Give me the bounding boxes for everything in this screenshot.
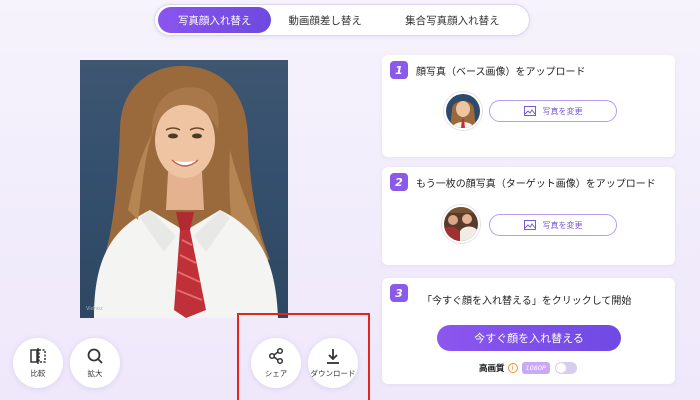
high-quality-toggle[interactable]	[554, 362, 577, 374]
base-photo-thumbnail[interactable]	[444, 92, 482, 130]
base-photo-avatar	[446, 94, 480, 128]
tab-group-face-swap[interactable]: 集合写真顔入れ替え	[379, 7, 526, 33]
image-icon	[523, 220, 536, 230]
step-card-1: 1 顔写真（ベース画像）をアップロード 写真を変更	[382, 55, 675, 157]
magnifier-icon	[87, 348, 103, 364]
change-target-photo-button[interactable]: 写真を変更	[489, 214, 617, 236]
change-base-photo-button[interactable]: 写真を変更	[489, 100, 617, 122]
resolution-badge: 1080P	[521, 362, 550, 374]
toggle-knob	[555, 363, 566, 373]
change-base-photo-label: 写真を変更	[542, 106, 583, 116]
step-title-2: もう一枚の顔写真（ターゲット画像）をアップロード	[416, 179, 656, 190]
portrait-illustration: Vidnoz	[86, 65, 278, 318]
step-title-1: 顔写真（ベース画像）をアップロード	[416, 67, 586, 78]
result-photo: Vidnoz	[80, 60, 288, 318]
tab-photo-face-swap[interactable]: 写真顔入れ替え	[158, 7, 272, 33]
swap-face-now-button[interactable]: 今すぐ顔を入れ替える	[437, 325, 621, 351]
mode-tabbar: 写真顔入れ替え 動画顔差し替え 集合写真顔入れ替え	[154, 4, 530, 36]
compare-icon	[30, 348, 46, 364]
step-number-2: 2	[390, 173, 408, 191]
photo-watermark: Vidnoz	[86, 306, 103, 312]
compare-button[interactable]: 比較	[13, 338, 63, 388]
high-quality-row: 高画質 i 1080P	[479, 362, 577, 374]
image-icon	[523, 106, 536, 116]
compare-label: 比較	[30, 369, 46, 378]
info-icon[interactable]: i	[507, 363, 518, 373]
step-title-3: 「今すぐ顔を入れ替える」をクリックして開始	[422, 296, 632, 307]
zoom-button[interactable]: 拡大	[70, 338, 120, 388]
step-card-3: 3 「今すぐ顔を入れ替える」をクリックして開始 今すぐ顔を入れ替える 高画質 i…	[382, 278, 675, 384]
high-quality-label: 高画質	[479, 364, 505, 374]
step-number-3: 3	[390, 284, 408, 302]
step-card-2: 2 もう一枚の顔写真（ターゲット画像）をアップロード 写真を変更	[382, 167, 675, 265]
zoom-label: 拡大	[87, 369, 103, 378]
target-photo-avatar	[444, 207, 478, 241]
highlight-annotation	[237, 313, 370, 400]
change-target-photo-label: 写真を変更	[542, 220, 583, 230]
step-number-1: 1	[390, 61, 408, 79]
tab-video-face-swap[interactable]: 動画顔差し替え	[271, 7, 378, 33]
target-photo-thumbnail[interactable]	[442, 205, 480, 243]
